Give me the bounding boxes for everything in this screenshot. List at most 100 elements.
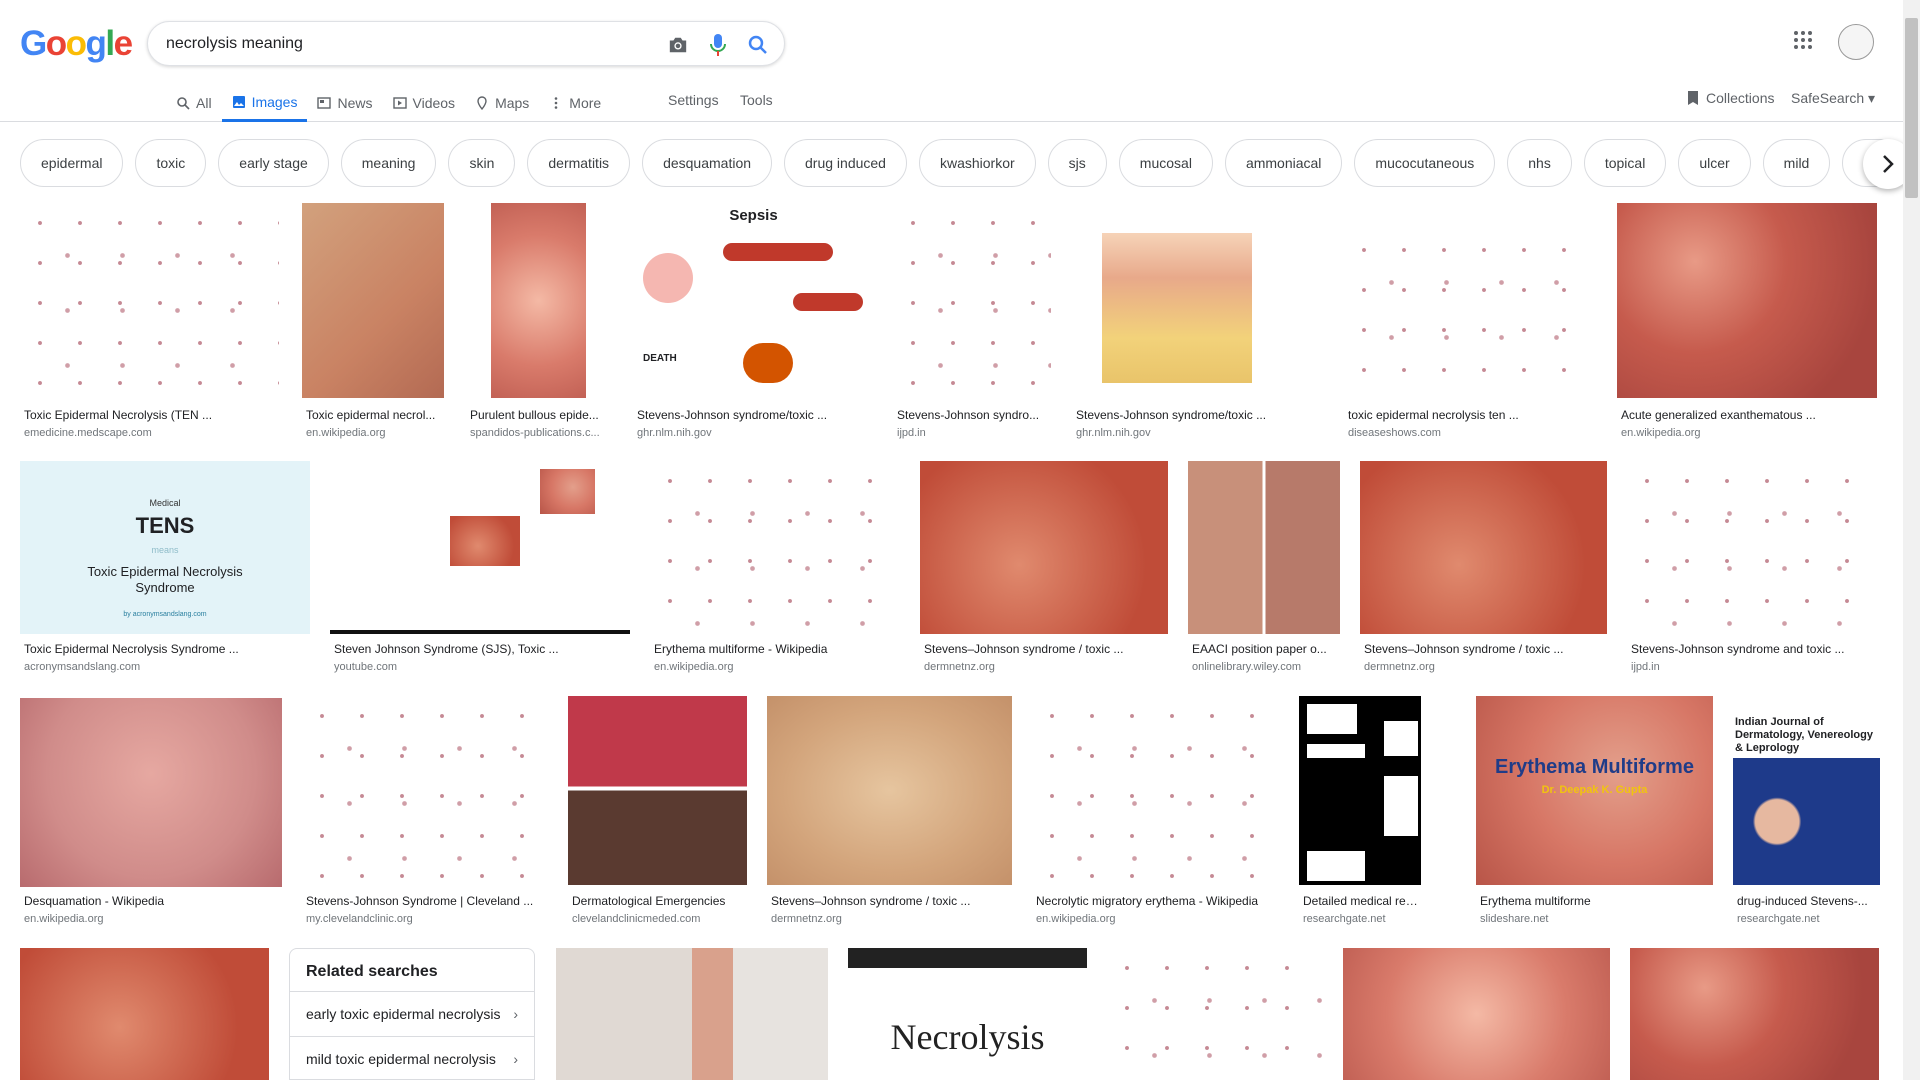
image-icon: [232, 95, 245, 108]
chip[interactable]: desquamation: [642, 139, 773, 187]
result-thumbnail: Indian Journal of Dermatology, Venereolo…: [1733, 696, 1880, 885]
image-result[interactable]: [1107, 948, 1323, 1080]
result-source: researchgate.net: [1303, 913, 1386, 925]
chip[interactable]: skin: [448, 139, 516, 187]
page-scrollbar[interactable]: [1903, 0, 1920, 1080]
image-result[interactable]: Dermatological Emergencies clevelandclin…: [568, 696, 747, 930]
scrollbar-thumb[interactable]: [1905, 18, 1918, 198]
image-result[interactable]: [1630, 948, 1879, 1080]
chip[interactable]: early stage: [218, 139, 329, 187]
chip[interactable]: epidermal: [20, 139, 124, 187]
chip[interactable]: topical: [1583, 139, 1667, 187]
image-result[interactable]: Stevens–Johnson syndrome / toxic ... der…: [1360, 461, 1607, 681]
news-icon: [317, 97, 332, 109]
result-title: toxic epidermal necrolysis ten ...: [1348, 408, 1519, 422]
image-result[interactable]: toxic epidermal necrolysis ten ... disea…: [1344, 203, 1594, 443]
result-thumbnail: [1072, 203, 1324, 398]
collections-link[interactable]: Collections: [1686, 90, 1774, 106]
chip[interactable]: sjs: [1047, 139, 1107, 187]
em-title: Erythema Multiforme: [1495, 756, 1694, 778]
image-result[interactable]: Stevens-Johnson Syndrome | Cleveland ...…: [302, 696, 548, 930]
result-source: dermnetnz.org: [1364, 661, 1435, 673]
image-result[interactable]: Purulent bullous epide... spandidos-publ…: [466, 203, 613, 443]
map-pin-icon: [477, 96, 487, 110]
image-result[interactable]: Stevens-Johnson syndrome/toxic ... ghr.n…: [1072, 203, 1324, 443]
image-result[interactable]: Stevens–Johnson syndrome / toxic ... der…: [767, 696, 1012, 930]
apps-grid-icon[interactable]: [1793, 30, 1819, 56]
result-source: en.wikipedia.org: [654, 661, 734, 673]
result-title: Dermatological Emergencies: [572, 894, 726, 908]
image-result[interactable]: Stevens-Johnson syndrome and toxic ... i…: [1627, 461, 1879, 681]
image-result[interactable]: [20, 948, 269, 1080]
related-search-item[interactable]: mild toxic epidermal necrolysis ›: [290, 1036, 534, 1080]
result-source: acronymsandslang.com: [24, 661, 141, 673]
logo-letter-g2: g: [85, 24, 107, 63]
tools-link[interactable]: Tools: [740, 92, 773, 108]
chip[interactable]: mucosal: [1118, 139, 1213, 187]
result-thumbnail: [920, 461, 1168, 634]
chip[interactable]: meaning: [340, 139, 437, 187]
image-result[interactable]: Erythema multiforme - Wikipedia en.wikip…: [650, 461, 900, 681]
tab-news-label: News: [337, 95, 373, 111]
tab-videos[interactable]: Videos: [383, 84, 466, 122]
chip[interactable]: mild: [1762, 139, 1831, 187]
tab-maps[interactable]: Maps: [465, 84, 539, 122]
image-result[interactable]: Steven Johnson Syndrome (SJS), Toxic ...…: [330, 461, 630, 681]
chip[interactable]: ulcer: [1678, 139, 1751, 187]
sepsis-title: Sepsis: [729, 207, 778, 224]
related-search-item[interactable]: early toxic epidermal necrolysis ›: [290, 991, 534, 1036]
result-source: emedicine.medscape.com: [24, 427, 152, 439]
tab-images[interactable]: Images: [221, 84, 308, 122]
image-result[interactable]: Toxic epidermal necrol... en.wikipedia.o…: [302, 203, 444, 443]
chip[interactable]: toxic: [135, 139, 207, 187]
chip[interactable]: ammoniacal: [1224, 139, 1343, 187]
image-result[interactable]: Indian Journal of Dermatology, Venereolo…: [1733, 696, 1880, 930]
image-result[interactable]: Necrolysis: [848, 948, 1087, 1080]
tab-all-label: All: [196, 95, 212, 111]
tab-news[interactable]: News: [307, 84, 382, 122]
result-thumbnail: [1630, 948, 1879, 1080]
result-source: en.wikipedia.org: [1036, 913, 1116, 925]
more-vert-icon: [554, 97, 558, 109]
logo-letter-o1: o: [45, 24, 67, 63]
camera-icon[interactable]: [665, 32, 691, 58]
image-result[interactable]: Erythema Multiforme Dr. Deepak K. Gupta …: [1476, 696, 1713, 930]
image-result[interactable]: Stevens–Johnson syndrome / toxic ... der…: [920, 461, 1168, 681]
search-input[interactable]: [166, 30, 646, 58]
chip[interactable]: drug induced: [784, 139, 907, 187]
image-result[interactable]: Desquamation - Wikipedia en.wikipedia.or…: [20, 696, 282, 930]
chip[interactable]: dermatitis: [527, 139, 631, 187]
result-thumbnail: [1343, 948, 1610, 1080]
chip[interactable]: mucocutaneous: [1354, 139, 1496, 187]
google-logo[interactable]: Google: [20, 24, 133, 64]
image-result[interactable]: Stevens-Johnson syndro... ijpd.in: [893, 203, 1051, 443]
tab-all[interactable]: All: [166, 84, 222, 122]
image-result[interactable]: Detailed medical record ... researchgate…: [1299, 696, 1421, 930]
tab-more[interactable]: More: [539, 84, 611, 122]
caret-down-icon: ▾: [1864, 90, 1876, 106]
image-result[interactable]: EAACI position paper o... onlinelibrary.…: [1188, 461, 1340, 681]
collections-label: Collections: [1706, 90, 1775, 106]
avatar[interactable]: [1838, 24, 1874, 60]
result-thumbnail: [556, 948, 828, 1080]
chip[interactable]: nhs: [1507, 139, 1572, 187]
chevron-right-icon: [1883, 155, 1894, 173]
video-icon: [392, 97, 407, 109]
microphone-icon[interactable]: [705, 32, 731, 58]
image-result[interactable]: Necrolytic migratory erythema - Wikipedi…: [1032, 696, 1279, 930]
search-icon[interactable]: [745, 32, 771, 58]
result-title: Erythema multiforme - Wikipedia: [654, 642, 828, 656]
safesearch-dropdown[interactable]: SafeSearch ▾: [1791, 90, 1875, 107]
image-result[interactable]: Toxic Epidermal Necrolysis (TEN ... emed…: [20, 203, 279, 443]
image-result[interactable]: [1343, 948, 1610, 1080]
settings-link[interactable]: Settings: [668, 92, 719, 108]
result-thumbnail: Medical TENS means Toxic Epidermal Necro…: [20, 461, 310, 634]
image-result[interactable]: Acute generalized exanthematous ... en.w…: [1617, 203, 1877, 443]
chip[interactable]: kwashiorkor: [918, 139, 1036, 187]
result-thumbnail: [1617, 203, 1877, 398]
image-result[interactable]: Sepsis DEATH Stevens-Johnson syndrome/to…: [633, 203, 874, 443]
related-searches-heading: Related searches: [306, 963, 438, 980]
image-result[interactable]: Medical TENS means Toxic Epidermal Necro…: [20, 461, 310, 681]
image-result[interactable]: [556, 948, 828, 1080]
result-thumbnail: [568, 696, 747, 885]
